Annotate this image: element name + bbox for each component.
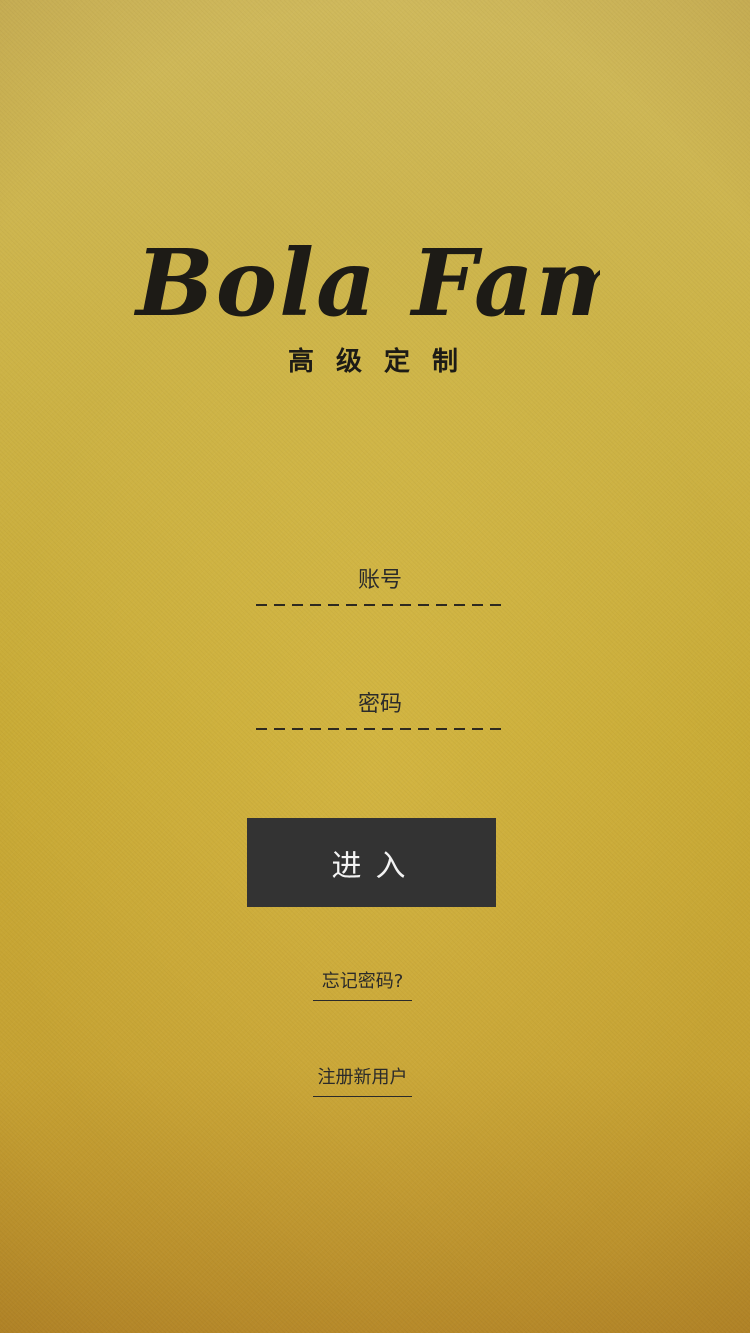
password-input[interactable] [256, 684, 504, 724]
password-underline [256, 728, 504, 730]
register-link[interactable]: 注册新用户 [313, 1060, 412, 1097]
brand-logo-wordmark: Bola Family [133, 229, 600, 337]
brand-tagline: 高级定制 [287, 347, 480, 377]
background-texture [0, 0, 750, 1333]
password-field [256, 684, 504, 734]
account-field [256, 560, 504, 610]
forgot-password-link[interactable]: 忘记密码? [313, 964, 412, 1001]
brand-logo: Bola Family 高级定制 [0, 225, 750, 385]
enter-button[interactable]: 进入 [247, 818, 496, 907]
brand-name: Bola Family [133, 229, 600, 337]
account-underline [256, 604, 504, 606]
account-input[interactable] [256, 560, 504, 600]
